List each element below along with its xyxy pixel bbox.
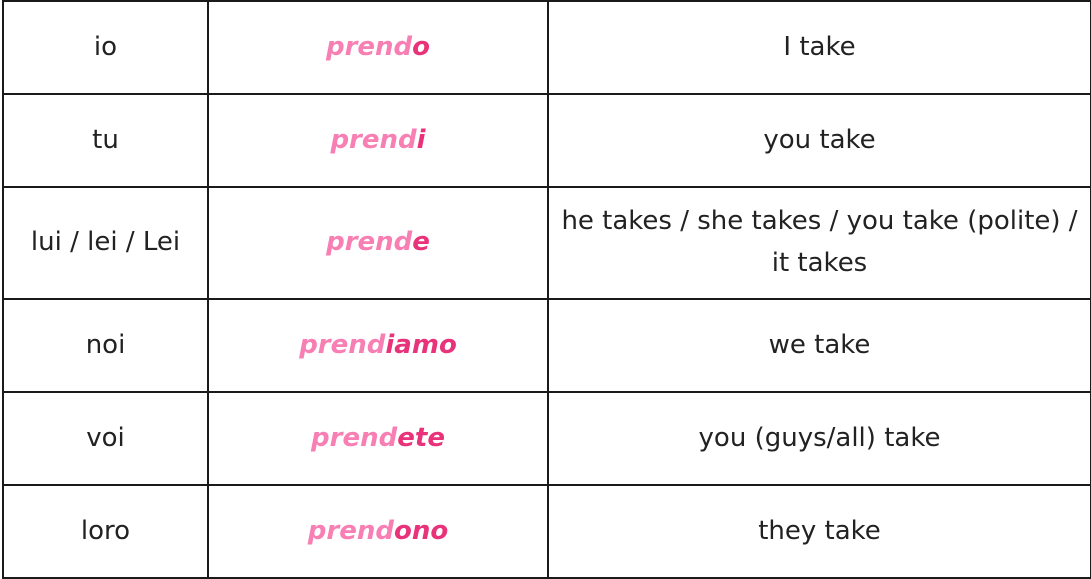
verb-form-cell: prendono: [207, 484, 549, 579]
verb-ending: e: [412, 227, 430, 258]
verb-form: prendo: [326, 32, 430, 62]
verb-form: prendi: [330, 125, 425, 155]
conjugation-table: io prendo I take tu prendi you take lui …: [2, 0, 1091, 579]
verb-ending: o: [412, 31, 431, 62]
verb-stem: prend: [299, 329, 386, 360]
pronoun-cell: loro: [2, 484, 209, 579]
table-row: noi prendiamo we take: [2, 298, 1091, 393]
translation-cell: you take: [547, 93, 1091, 188]
verb-form: prendono: [308, 516, 448, 546]
translation-cell: I take: [547, 0, 1091, 95]
verb-form-cell: prendo: [207, 0, 549, 95]
verb-stem: prend: [326, 227, 413, 258]
pronoun-cell: tu: [2, 93, 209, 188]
table-row: loro prendono they take: [2, 484, 1091, 579]
translation-cell: he takes / she takes / you take (polite)…: [547, 186, 1091, 300]
verb-stem: prend: [311, 422, 398, 453]
verb-form: prendete: [311, 423, 445, 453]
translation-cell: they take: [547, 484, 1091, 579]
table-row: voi prendete you (guys/all) take: [2, 391, 1091, 486]
pronoun-cell: noi: [2, 298, 209, 393]
verb-ending: ono: [393, 515, 449, 546]
pronoun-cell: voi: [2, 391, 209, 486]
verb-form: prende: [326, 227, 430, 257]
verb-form-cell: prendi: [207, 93, 549, 188]
verb-stem: prend: [307, 515, 394, 546]
verb-stem: prend: [325, 31, 413, 62]
table-row: lui / lei / Lei prende he takes / she ta…: [2, 186, 1091, 300]
table-row: tu prendi you take: [2, 93, 1091, 188]
pronoun-cell: lui / lei / Lei: [2, 186, 209, 300]
pronoun-cell: io: [2, 0, 209, 95]
verb-stem: prend: [330, 124, 417, 155]
verb-ending: ete: [397, 422, 445, 453]
verb-ending: i: [416, 124, 426, 155]
verb-ending: iamo: [385, 329, 457, 360]
verb-form-cell: prendete: [207, 391, 549, 486]
table-row: io prendo I take: [2, 0, 1091, 95]
translation-cell: we take: [547, 298, 1091, 393]
verb-form-cell: prende: [207, 186, 549, 300]
verb-form: prendiamo: [299, 330, 457, 360]
translation-cell: you (guys/all) take: [547, 391, 1091, 486]
verb-form-cell: prendiamo: [207, 298, 549, 393]
